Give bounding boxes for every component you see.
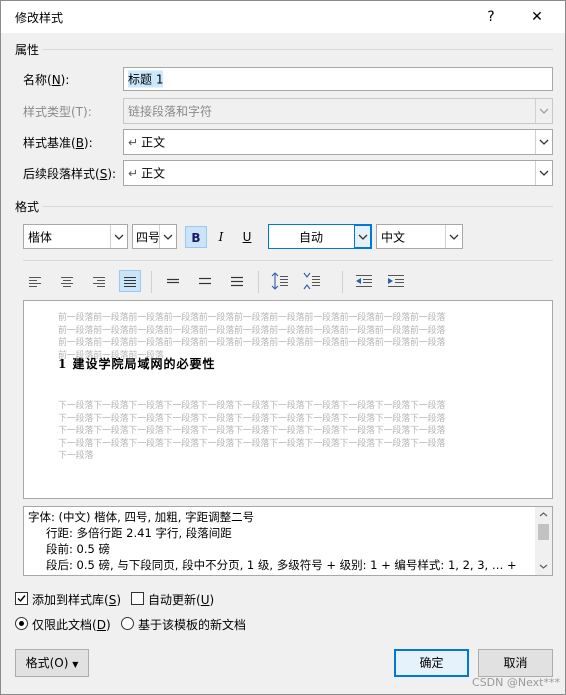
following-style-select[interactable]: ↵ 正文	[123, 160, 553, 186]
decrease-indent-icon[interactable]	[353, 270, 375, 292]
bold-button[interactable]: B	[185, 226, 207, 248]
style-preview: 前一段落前一段落前一段落前一段落前一段落前一段落前一段落前一段落前一段落前一段落…	[23, 300, 553, 499]
chevron-down-icon	[110, 225, 127, 248]
add-to-gallery-checkbox[interactable]	[15, 592, 28, 605]
dropdown-arrow-icon: ▼	[72, 660, 79, 669]
font-color-value: 自动	[299, 230, 324, 244]
only-this-document-label: 仅限此文档(D)	[32, 618, 111, 632]
properties-group-label: 属性	[15, 43, 40, 57]
align-right-icon[interactable]	[88, 270, 110, 292]
auto-update-checkbox[interactable]	[131, 592, 144, 605]
justify-icon[interactable]	[119, 270, 141, 292]
paragraph-mark-icon: ↵	[128, 135, 139, 150]
next-paragraph-preview: 下一段落下一段落下一段落下一段落下一段落下一段落下一段落下一段落下一段落下一段落…	[58, 401, 446, 461]
font-select[interactable]: 楷体	[23, 224, 128, 249]
auto-update-label: 自动更新(U)	[148, 593, 215, 607]
align-left-icon[interactable]	[24, 270, 46, 292]
style-type-label: 样式类型(T):	[23, 105, 92, 119]
heading-preview: 1 建设学院局域网的必要性	[58, 357, 216, 371]
chevron-down-icon	[445, 225, 462, 248]
based-on-value: ↵ 正文	[128, 135, 166, 150]
style-description: 字体: (中文) 楷体, 四号, 加粗, 字距调整二号 行距: 多倍行距 2.4…	[23, 506, 553, 576]
description-text: 字体: (中文) 楷体, 四号, 加粗, 字距调整二号 行距: 多倍行距 2.4…	[28, 510, 517, 572]
toolbar-separator	[258, 271, 259, 293]
increase-paragraph-spacing-icon[interactable]	[269, 270, 291, 292]
name-input-value: 标题 1	[128, 70, 164, 88]
chevron-down-icon	[159, 225, 176, 248]
font-size-select[interactable]: 四号	[132, 224, 177, 249]
modify-style-dialog: 修改样式 ? ✕ 属性 名称(N): 标题 1 样式类型(T): 链接段落和字符…	[0, 0, 566, 695]
help-button[interactable]: ?	[471, 1, 511, 33]
description-scrollbar[interactable]	[535, 507, 552, 575]
based-on-select[interactable]: ↵ 正文	[123, 129, 553, 155]
new-documents-label: 基于该模板的新文档	[138, 618, 247, 632]
increase-indent-icon[interactable]	[385, 270, 407, 292]
double-spacing-icon[interactable]	[226, 270, 248, 292]
format-group-label: 格式	[15, 200, 40, 214]
paragraph-mark-icon: ↵	[128, 166, 139, 181]
based-on-label: 样式基准(B):	[23, 136, 93, 150]
decrease-paragraph-spacing-icon[interactable]	[301, 270, 323, 292]
script-select[interactable]: 中文	[376, 224, 463, 249]
font-value: 楷体	[28, 230, 53, 244]
name-input[interactable]: 标题 1	[123, 67, 553, 91]
font-size-value: 四号	[136, 230, 161, 244]
toolbar-separator	[151, 271, 152, 293]
chevron-down-icon	[535, 130, 552, 154]
following-style-value: ↵ 正文	[128, 166, 166, 181]
italic-button[interactable]: I	[210, 226, 232, 248]
format-menu-button[interactable]: 格式(O) ▼	[15, 649, 89, 677]
cancel-button[interactable]: 取消	[478, 649, 553, 677]
toolbar-separator	[342, 271, 343, 293]
properties-divider	[43, 49, 553, 50]
watermark: CSDN @Next***	[472, 676, 560, 689]
name-label: 名称(N):	[23, 73, 70, 87]
dialog-title: 修改样式	[15, 11, 64, 25]
align-center-icon[interactable]	[56, 270, 78, 292]
underline-button[interactable]: U	[236, 226, 258, 248]
style-type-value: 链接段落和字符	[128, 104, 213, 119]
single-spacing-icon[interactable]	[162, 270, 184, 292]
font-color-select[interactable]: 自动	[268, 224, 372, 249]
toolbar-divider	[23, 260, 553, 261]
script-value: 中文	[381, 230, 406, 244]
format-divider	[43, 206, 553, 207]
only-this-document-radio[interactable]	[15, 617, 28, 630]
style-type-select[interactable]: 链接段落和字符	[123, 98, 553, 124]
add-to-gallery-label: 添加到样式库(S)	[32, 593, 121, 607]
title-bar: 修改样式 ? ✕	[1, 1, 565, 33]
chevron-down-icon	[354, 225, 371, 248]
chevron-down-icon	[535, 161, 552, 185]
ok-button[interactable]: 确定	[394, 649, 469, 677]
chevron-down-icon	[535, 99, 552, 123]
one-half-spacing-icon[interactable]	[194, 270, 216, 292]
new-documents-radio[interactable]	[121, 617, 134, 630]
following-style-label: 后续段落样式(S):	[23, 167, 117, 181]
close-button[interactable]: ✕	[517, 1, 557, 33]
